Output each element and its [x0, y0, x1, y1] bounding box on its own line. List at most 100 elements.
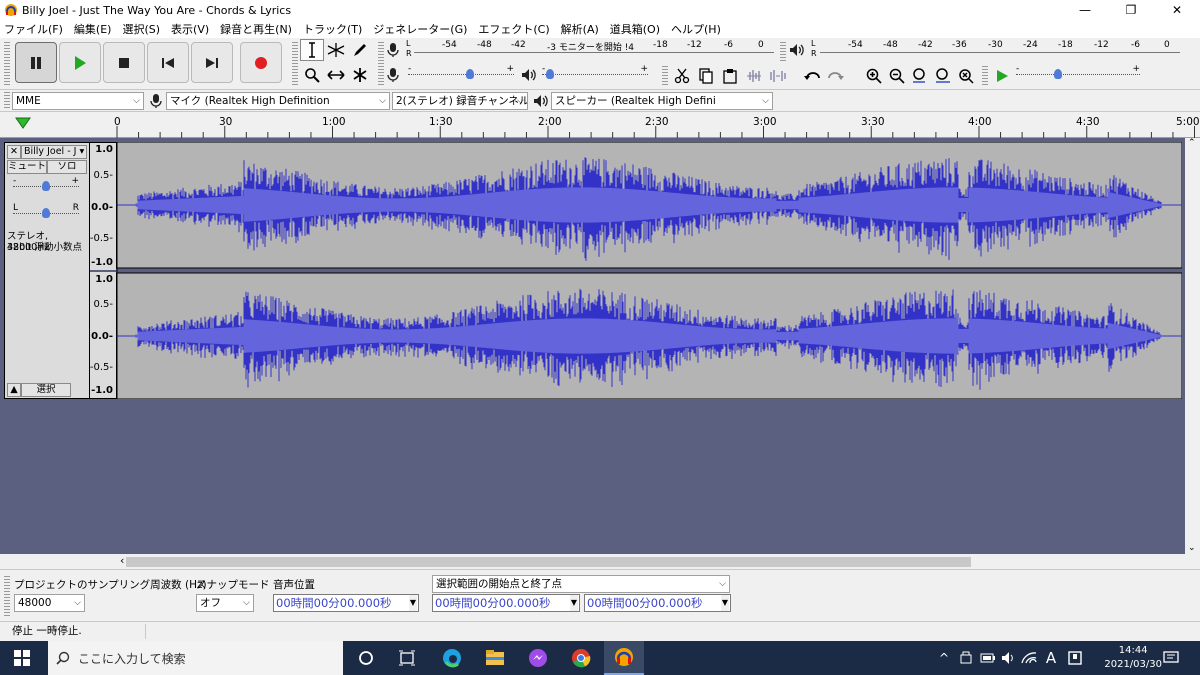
- vertical-scrollbar[interactable]: ⌃ ⌄: [1185, 138, 1200, 554]
- selection-tool[interactable]: [300, 39, 324, 61]
- toolbar-grip[interactable]: [4, 42, 10, 86]
- menu-edit[interactable]: 編集(E): [74, 21, 112, 37]
- recording-device-select[interactable]: マイク (Realtek High Definition ⌵: [166, 92, 390, 110]
- project-rate-select[interactable]: 48000 ⌵: [14, 594, 85, 612]
- chrome-button[interactable]: [569, 646, 593, 670]
- audio-host-select[interactable]: MME ⌵: [12, 92, 144, 110]
- horizontal-scrollbar[interactable]: ‹: [116, 554, 1185, 569]
- stop-button[interactable]: [103, 42, 145, 83]
- play-speed-slider[interactable]: - +: [1016, 64, 1140, 84]
- battery-icon[interactable]: [980, 646, 996, 670]
- audacity-taskbar-button[interactable]: [604, 641, 644, 675]
- undo-button[interactable]: [800, 65, 824, 87]
- toolbar-grip[interactable]: [4, 92, 10, 110]
- menu-view[interactable]: 表示(V): [171, 21, 209, 37]
- silence-button[interactable]: [766, 65, 790, 87]
- track-close-button[interactable]: ✕: [7, 145, 21, 159]
- solo-button[interactable]: ソロ: [47, 160, 87, 174]
- recording-channels-select[interactable]: 2(ステレオ) 録音チャンネル ⌵: [392, 92, 528, 110]
- toolbar-grip[interactable]: [780, 42, 786, 62]
- selection-end-field[interactable]: 00時間00分00.000秒 ▼: [584, 594, 731, 612]
- menu-file[interactable]: ファイル(F): [4, 21, 63, 37]
- track-control-panel[interactable]: ✕ Billy Joel - J ▾ ミュート ソロ - + L R ステレオ,…: [4, 142, 90, 399]
- toolbar-grip[interactable]: [662, 66, 668, 86]
- menu-analyze[interactable]: 解析(A): [561, 21, 599, 37]
- skip-start-button[interactable]: [147, 42, 189, 83]
- select-track-button[interactable]: 選択: [21, 383, 71, 397]
- zoom-toggle-button[interactable]: [954, 65, 978, 87]
- toolbar-grip[interactable]: [292, 42, 298, 86]
- menu-effect[interactable]: エフェクト(C): [478, 21, 549, 37]
- chevron-down-icon[interactable]: ▼: [409, 595, 417, 611]
- file-explorer-button[interactable]: [483, 646, 507, 670]
- close-button[interactable]: ✕: [1154, 0, 1200, 20]
- time-shift-tool[interactable]: [324, 64, 348, 86]
- toolbar-grip[interactable]: [982, 66, 988, 86]
- notification-center-icon[interactable]: [1160, 646, 1182, 670]
- snap-mode-select[interactable]: オフ ⌵: [196, 594, 254, 612]
- track-area[interactable]: ✕ Billy Joel - J ▾ ミュート ソロ - + L R ステレオ,…: [0, 138, 1185, 554]
- menu-tools[interactable]: 道具箱(O): [610, 21, 660, 37]
- show-hidden-icons-icon[interactable]: ^: [936, 646, 952, 670]
- mute-button[interactable]: ミュート: [7, 160, 47, 174]
- messenger-button[interactable]: [526, 646, 550, 670]
- draw-tool[interactable]: [348, 39, 372, 61]
- skip-end-button[interactable]: [191, 42, 233, 83]
- waveform-display[interactable]: [116, 142, 1182, 399]
- menu-select[interactable]: 選択(S): [122, 21, 160, 37]
- speaker-icon[interactable]: [788, 42, 804, 58]
- track-name-menu[interactable]: Billy Joel - J ▾: [21, 145, 87, 159]
- play-button[interactable]: [59, 42, 101, 83]
- envelope-tool[interactable]: [324, 39, 348, 61]
- fit-project-button[interactable]: [931, 65, 955, 87]
- track-gain-slider[interactable]: - +: [13, 176, 79, 196]
- chevron-down-icon[interactable]: ▼: [721, 595, 729, 611]
- playback-volume-slider[interactable]: - +: [542, 64, 648, 84]
- start-button[interactable]: [10, 646, 34, 670]
- menu-help[interactable]: ヘルプ(H): [671, 21, 721, 37]
- playback-device-select[interactable]: スピーカー (Realtek High Defini ⌵: [551, 92, 773, 110]
- edge-button[interactable]: [440, 646, 464, 670]
- selection-start-field[interactable]: 00時間00分00.000秒 ▼: [432, 594, 580, 612]
- cut-button[interactable]: [670, 65, 694, 87]
- volume-icon[interactable]: [1000, 646, 1018, 670]
- taskbar-search-box[interactable]: ここに入力して検索: [48, 641, 343, 675]
- audio-position-field[interactable]: 00時間00分00.000秒 ▼: [273, 594, 419, 612]
- redo-button[interactable]: [824, 65, 848, 87]
- zoom-in-button[interactable]: [862, 65, 886, 87]
- multi-tool[interactable]: [348, 64, 372, 86]
- menu-transport[interactable]: 録音と再生(N): [220, 21, 292, 37]
- track-pan-slider[interactable]: L R: [13, 203, 79, 223]
- selection-mode-select[interactable]: 選択範囲の開始点と終了点 ⌵: [432, 575, 730, 593]
- pause-button[interactable]: [15, 42, 57, 83]
- trim-button[interactable]: [742, 65, 766, 87]
- zoom-tool[interactable]: [300, 64, 324, 86]
- ime-indicator[interactable]: A: [1042, 646, 1060, 670]
- record-button[interactable]: [240, 42, 282, 83]
- menu-generate[interactable]: ジェネレーター(G): [373, 21, 467, 37]
- usb-icon[interactable]: [958, 646, 974, 670]
- restore-button[interactable]: ❐: [1108, 0, 1154, 20]
- copy-button[interactable]: [694, 65, 718, 87]
- timeline-ruler[interactable]: 0 30 1:00 1:30 2:00 2:30 3:00 3:30 4:00 …: [0, 112, 1200, 138]
- toolbar-grip[interactable]: [378, 66, 384, 86]
- task-view-button[interactable]: [395, 646, 419, 670]
- zoom-out-button[interactable]: [885, 65, 909, 87]
- play-at-speed-button[interactable]: [990, 65, 1014, 87]
- horizontal-scroll-thumb[interactable]: [126, 557, 971, 567]
- scroll-up-icon[interactable]: ⌃: [1188, 138, 1196, 148]
- microphone-icon[interactable]: [386, 42, 400, 58]
- taskbar-clock[interactable]: 14:44 2021/03/30: [1104, 644, 1162, 672]
- minimize-button[interactable]: —: [1062, 0, 1108, 20]
- scroll-left-icon[interactable]: ‹: [120, 554, 124, 567]
- paste-button[interactable]: [718, 65, 742, 87]
- toolbar-grip[interactable]: [4, 576, 10, 616]
- wifi-icon[interactable]: [1020, 646, 1038, 670]
- record-volume-slider[interactable]: - +: [408, 64, 514, 84]
- menu-tracks[interactable]: トラック(T): [303, 21, 362, 37]
- chevron-down-icon[interactable]: ▼: [570, 595, 578, 611]
- scroll-down-icon[interactable]: ⌄: [1188, 543, 1196, 553]
- fit-selection-button[interactable]: [908, 65, 932, 87]
- collapse-button[interactable]: ▲: [7, 383, 21, 397]
- record-meter[interactable]: -54 -48 -42 -3 モニターを開始 !4 -18 -12 -6 0: [414, 40, 774, 60]
